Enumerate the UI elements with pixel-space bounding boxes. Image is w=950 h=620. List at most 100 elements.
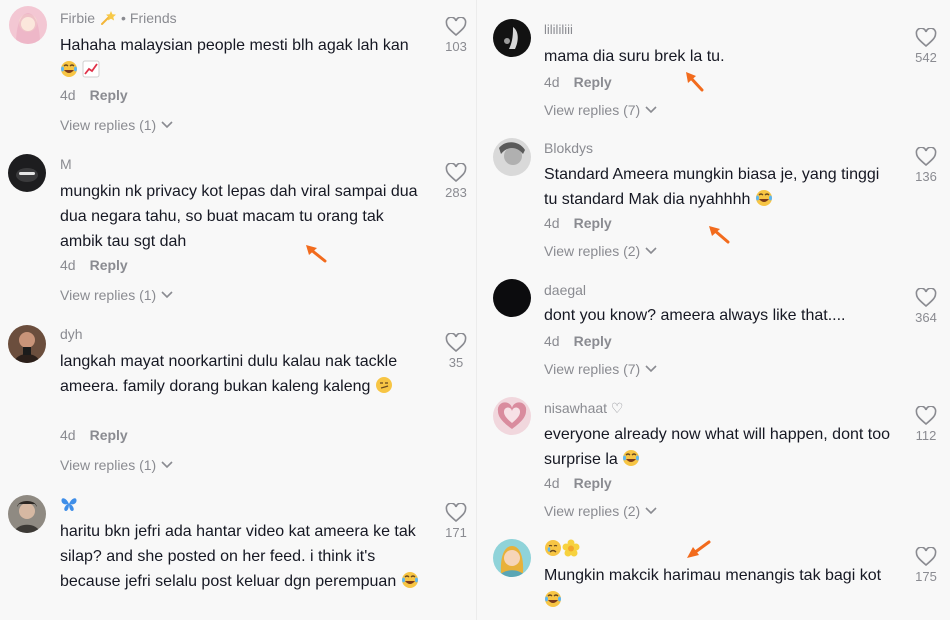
laughing-crying-emoji [60, 60, 78, 78]
heart-icon[interactable] [445, 333, 467, 353]
like-button[interactable]: 171 [436, 503, 476, 540]
avatar[interactable] [8, 154, 46, 192]
comment-text: everyone already now what will happen, d… [544, 422, 899, 472]
reply-button[interactable]: Reply [90, 257, 128, 273]
comment-text-content: mungkin nk privacy kot lepas dah viral s… [60, 183, 418, 250]
comment-username-text[interactable]: M [60, 156, 72, 172]
heart-icon[interactable] [445, 503, 467, 523]
crying-face-emoji [544, 539, 562, 557]
comment-username[interactable]: dyh [60, 326, 83, 342]
like-button[interactable]: 136 [906, 147, 946, 184]
avatar[interactable] [8, 495, 46, 533]
laughing-crying-emoji [401, 571, 419, 589]
reply-button[interactable]: Reply [574, 475, 612, 491]
comments-column-right: lilililiii mama dia suru brek la tu. 4d R… [477, 0, 950, 620]
view-replies-label[interactable]: View replies (2) [544, 503, 640, 519]
comments-column-left: Firbie • Friends Hahaha malaysian people… [0, 0, 476, 620]
view-replies-button[interactable]: View replies (7) [544, 361, 657, 377]
comment-username-text[interactable]: nisawhaat ♡ [544, 400, 623, 417]
comment-username-text[interactable]: daegal [544, 282, 586, 298]
comment-username[interactable]: Blokdys [544, 140, 593, 156]
comment-username-text[interactable]: Firbie [60, 10, 95, 26]
comment-username[interactable] [544, 539, 580, 557]
heart-icon[interactable] [445, 163, 467, 183]
view-replies-label[interactable]: View replies (7) [544, 361, 640, 377]
comment-username[interactable]: M [60, 156, 72, 172]
smirk-emoji [375, 376, 393, 394]
view-replies-label[interactable]: View replies (1) [60, 287, 156, 303]
comment-item: dyh langkah mayat noorkartini dulu kalau… [0, 320, 476, 490]
heart-icon[interactable] [445, 17, 467, 37]
comment-username[interactable] [60, 495, 78, 513]
comment-time: 4d [544, 475, 560, 491]
comment-item: nisawhaat ♡ everyone already now what wi… [477, 393, 950, 533]
like-button[interactable]: 112 [906, 406, 946, 443]
heart-icon[interactable] [915, 547, 937, 567]
comment-text: haritu bkn jefri ada hantar video kat am… [60, 519, 430, 594]
comment-username-text[interactable]: lilililiii [544, 22, 573, 37]
comment-text: mama dia suru brek la tu. [544, 44, 904, 69]
comment-text: mungkin nk privacy kot lepas dah viral s… [60, 179, 430, 254]
comment-time: 4d [544, 215, 560, 231]
avatar[interactable] [493, 279, 531, 317]
comment-text: Hahaha malaysian people mesti blh agak l… [60, 33, 425, 83]
comment-item: Mungkin makcik harimau menangis tak bagi… [477, 533, 950, 620]
like-button[interactable]: 364 [906, 288, 946, 325]
view-replies-button[interactable]: View replies (1) [60, 457, 173, 473]
view-replies-label[interactable]: View replies (1) [60, 457, 156, 473]
avatar[interactable] [493, 138, 531, 176]
comment-username[interactable]: daegal [544, 282, 586, 298]
comment-username[interactable]: nisawhaat ♡ [544, 400, 623, 417]
view-replies-button[interactable]: View replies (1) [60, 117, 173, 133]
chevron-down-icon [645, 247, 657, 255]
reply-button[interactable]: Reply [574, 74, 612, 90]
comment-username-text[interactable]: dyh [60, 326, 83, 342]
like-button[interactable]: 283 [436, 163, 476, 200]
comment-text-content: Standard Ameera mungkin biasa je, yang t… [544, 166, 880, 208]
avatar[interactable] [9, 6, 47, 44]
reply-button[interactable]: Reply [90, 87, 128, 103]
comment-time: 4d [60, 427, 76, 443]
avatar[interactable] [493, 539, 531, 577]
comment-meta: 4d Reply [544, 74, 612, 90]
reply-button[interactable]: Reply [574, 333, 612, 349]
like-button[interactable]: 542 [906, 28, 946, 65]
avatar[interactable] [493, 19, 531, 57]
like-count: 35 [448, 355, 464, 370]
comment-username-text[interactable]: Blokdys [544, 140, 593, 156]
avatar[interactable] [493, 397, 531, 435]
heart-icon[interactable] [915, 147, 937, 167]
comment-meta: 4d Reply [60, 427, 128, 443]
comment-text-content: everyone already now what will happen, d… [544, 426, 890, 468]
like-button[interactable]: 103 [436, 17, 476, 54]
comment-text: langkah mayat noorkartini dulu kalau nak… [60, 349, 425, 399]
reply-button[interactable]: Reply [90, 427, 128, 443]
comment-item: Firbie • Friends Hahaha malaysian people… [0, 0, 476, 150]
view-replies-label[interactable]: View replies (1) [60, 117, 156, 133]
annotation-arrow-icon [706, 223, 732, 245]
like-button[interactable]: 35 [436, 333, 476, 370]
comment-username[interactable]: lilililiii [544, 22, 573, 37]
comment-text: Mungkin makcik harimau menangis tak bagi… [544, 563, 889, 613]
like-count: 175 [915, 569, 937, 584]
view-replies-button[interactable]: View replies (2) [544, 503, 657, 519]
chevron-down-icon [161, 121, 173, 129]
chevron-down-icon [645, 507, 657, 515]
comment-item: daegal dont you know? ameera always like… [477, 275, 950, 393]
heart-icon[interactable] [915, 288, 937, 308]
view-replies-button[interactable]: View replies (1) [60, 287, 173, 303]
view-replies-button[interactable]: View replies (7) [544, 102, 657, 118]
view-replies-label[interactable]: View replies (2) [544, 243, 640, 259]
like-count: 364 [915, 310, 937, 325]
view-replies-button[interactable]: View replies (2) [544, 243, 657, 259]
view-replies-label[interactable]: View replies (7) [544, 102, 640, 118]
heart-icon[interactable] [915, 406, 937, 426]
chevron-down-icon [645, 365, 657, 373]
username-separator: • [121, 10, 126, 26]
heart-icon[interactable] [915, 28, 937, 48]
comment-username[interactable]: Firbie • Friends [60, 9, 177, 27]
avatar[interactable] [8, 325, 46, 363]
comment-item: Blokdys Standard Ameera mungkin biasa je… [477, 135, 950, 275]
like-button[interactable]: 175 [906, 547, 946, 584]
reply-button[interactable]: Reply [574, 215, 612, 231]
